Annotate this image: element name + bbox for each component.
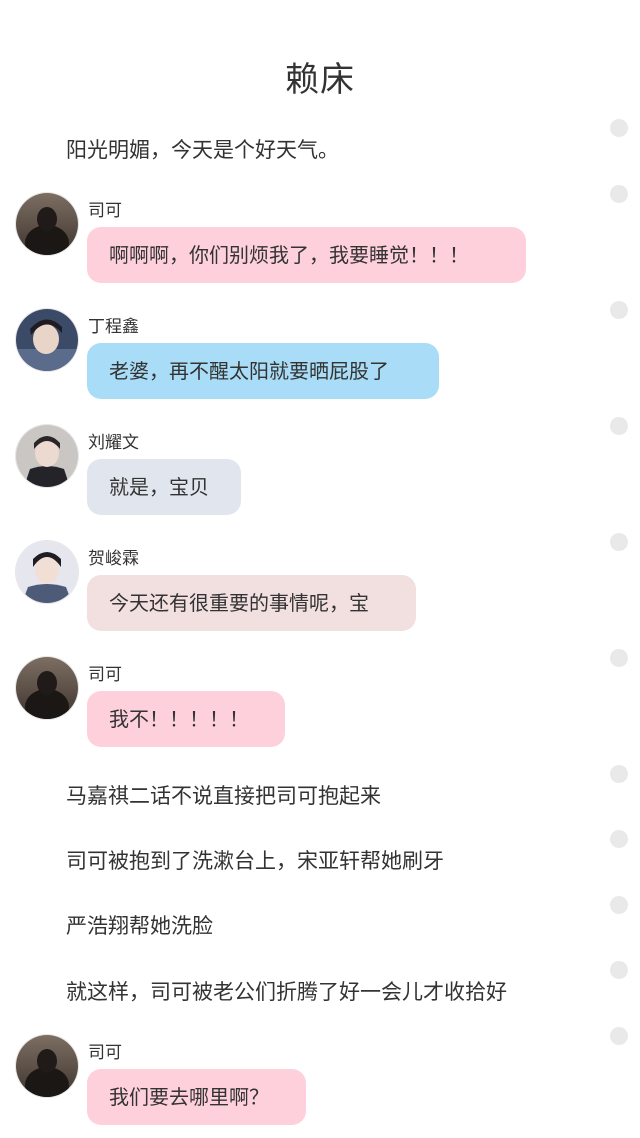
message-bubble[interactable]: 今天还有很重要的事情呢，宝 xyxy=(87,575,416,631)
comment-dot-icon[interactable] xyxy=(610,417,628,435)
page-title: 赖床 xyxy=(285,60,355,100)
avatar-liuyaowen[interactable] xyxy=(16,425,78,487)
sender-name: 刘耀文 xyxy=(88,433,139,453)
message-bubble[interactable]: 老婆，再不醒太阳就要晒屁股了 xyxy=(87,343,439,399)
sender-name: 司可 xyxy=(88,201,122,221)
message-bubble[interactable]: 我们要去哪里啊？ xyxy=(87,1069,306,1125)
message-bubble[interactable]: 就是，宝贝 xyxy=(87,459,241,515)
narration-text: 马嘉祺二话不说直接把司可抱起来 xyxy=(66,784,381,808)
avatar-sike[interactable] xyxy=(16,1035,78,1097)
comment-dot-icon[interactable] xyxy=(610,961,628,979)
comment-dot-icon[interactable] xyxy=(610,830,628,848)
avatar-sike[interactable] xyxy=(16,657,78,719)
comment-dot-icon[interactable] xyxy=(610,185,628,203)
sender-name: 贺峻霖 xyxy=(88,549,139,569)
comment-dot-icon[interactable] xyxy=(610,533,628,551)
sender-name: 司可 xyxy=(88,665,122,685)
narration-text: 司可被抱到了洗漱台上，宋亚轩帮她刷牙 xyxy=(66,849,444,873)
avatar-sike[interactable] xyxy=(16,193,78,255)
comment-dot-icon[interactable] xyxy=(610,765,628,783)
avatar-dingchengxin[interactable] xyxy=(16,309,78,371)
comment-dot-icon[interactable] xyxy=(610,119,628,137)
narration-text: 严浩翔帮她洗脸 xyxy=(66,914,213,938)
comment-dot-icon[interactable] xyxy=(610,896,628,914)
message-bubble[interactable]: 我不！！！！！ xyxy=(87,691,285,747)
sender-name: 司可 xyxy=(88,1043,122,1063)
avatar-hejunlin[interactable] xyxy=(16,541,78,603)
message-bubble[interactable]: 啊啊啊，你们别烦我了，我要睡觉！！！ xyxy=(87,227,526,283)
comment-dot-icon[interactable] xyxy=(610,649,628,667)
narration-text: 就这样，司可被老公们折腾了好一会儿才收拾好 xyxy=(66,980,507,1004)
comment-dot-icon[interactable] xyxy=(610,301,628,319)
sender-name: 丁程鑫 xyxy=(88,317,139,337)
comment-dot-icon[interactable] xyxy=(610,1027,628,1045)
narration-text: 阳光明媚，今天是个好天气。 xyxy=(66,138,339,162)
